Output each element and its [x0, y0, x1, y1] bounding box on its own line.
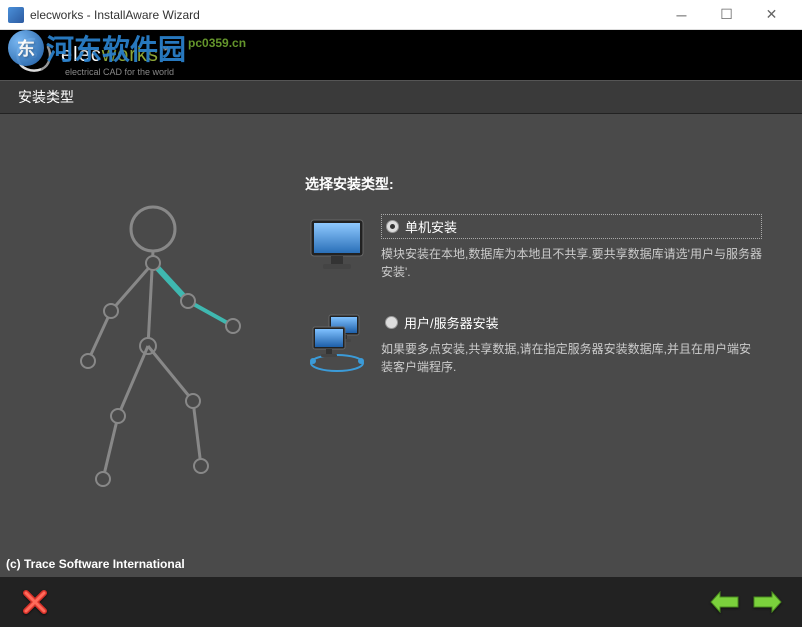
cancel-button[interactable]: [18, 587, 52, 617]
back-button[interactable]: [708, 587, 742, 617]
footer-nav: [0, 577, 802, 627]
monitor-icon: [305, 214, 369, 278]
radio-icon: [386, 220, 399, 233]
titlebar: elecworks - InstallAware Wizard ─ ☐ ✕: [0, 0, 802, 30]
next-button[interactable]: [750, 587, 784, 617]
options-heading: 选择安装类型:: [305, 174, 772, 194]
brand-header: elecworks™ electrical CAD for the world: [0, 30, 802, 80]
brand-text: elecworks™: [61, 44, 170, 67]
brand-tagline: electrical CAD for the world: [65, 67, 174, 77]
content-area: 选择安装类型: 单机安装 模块安装在本地,数据库为本地且不共享.: [0, 114, 802, 577]
logo-icon: [12, 33, 57, 78]
radio-icon: [385, 316, 398, 329]
copyright-text: (c) Trace Software International: [6, 557, 185, 571]
option-label: 用户/服务器安装: [404, 313, 499, 332]
option-standalone: 单机安装 模块安装在本地,数据库为本地且不共享.要共享数据库请选'用户与服务器安…: [305, 214, 772, 281]
radio-standalone[interactable]: 单机安装: [381, 214, 762, 239]
option-description: 模块安装在本地,数据库为本地且不共享.要共享数据库请选'用户与服务器安装'.: [381, 245, 762, 281]
option-client-server: 用户/服务器安装 如果要多点安装,共享数据,请在指定服务器安装数据库,并且在用户…: [305, 311, 772, 376]
close-button[interactable]: ✕: [749, 1, 794, 29]
maximize-button[interactable]: ☐: [704, 1, 749, 29]
network-monitors-icon: [305, 311, 369, 375]
stick-figure-icon: [33, 191, 273, 501]
option-description: 如果要多点安装,共享数据,请在指定服务器安装数据库,并且在用户端安装客户端程序.: [381, 340, 762, 376]
section-title-bar: 安装类型: [0, 80, 802, 114]
option-label: 单机安装: [405, 217, 457, 236]
illustration-panel: [0, 114, 305, 577]
window-title: elecworks - InstallAware Wizard: [30, 8, 200, 22]
radio-client-server[interactable]: 用户/服务器安装: [381, 311, 762, 334]
section-title: 安装类型: [18, 87, 74, 107]
minimize-button[interactable]: ─: [659, 1, 704, 29]
app-icon: [8, 7, 24, 23]
options-panel: 选择安装类型: 单机安装 模块安装在本地,数据库为本地且不共享.: [305, 114, 802, 577]
